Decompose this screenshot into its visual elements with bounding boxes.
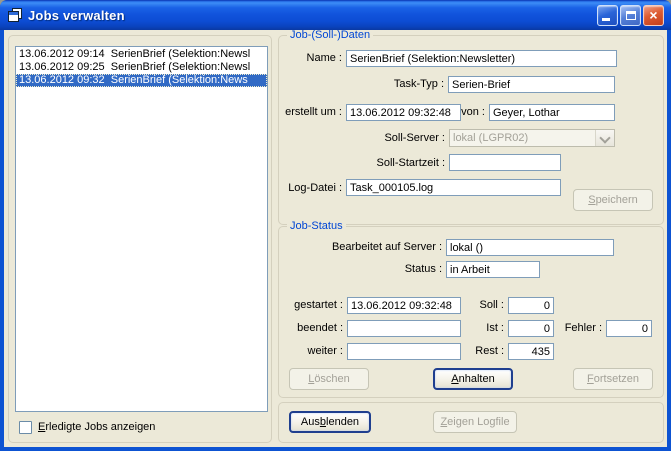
soll-startzeit-field[interactable] xyxy=(449,154,561,171)
minimize-icon xyxy=(602,18,610,21)
loeschen-button: Löschen xyxy=(289,368,369,390)
soll-field[interactable] xyxy=(508,297,554,314)
close-icon: × xyxy=(644,6,663,25)
log-datei-label: Log-Datei : xyxy=(281,182,342,195)
maximize-icon xyxy=(626,11,636,20)
weiter-label: weiter : xyxy=(281,345,343,358)
job-list-group: 13.06.2012 09:14 SerienBrief (Selektion:… xyxy=(8,35,272,443)
window-title: Jobs verwalten xyxy=(28,8,597,23)
task-typ-field[interactable] xyxy=(448,76,615,93)
ausblenden-button[interactable]: Ausblenden xyxy=(289,411,371,433)
status-field[interactable] xyxy=(446,261,540,278)
jobs-verwalten-window: Jobs verwalten × 13.06.2012 09:14 Serien… xyxy=(0,0,671,451)
job-list-item[interactable]: 13.06.2012 09:14 SerienBrief (Selektion:… xyxy=(16,48,267,61)
soll-server-value: lokal (LGPR02) xyxy=(450,132,595,144)
app-window-icon xyxy=(7,7,23,23)
soll-server-label: Soll-Server : xyxy=(345,132,445,145)
job-status-group: Job-Status Bearbeitet auf Server : Statu… xyxy=(278,226,664,398)
chevron-down-icon xyxy=(595,130,614,146)
job-list-item-selected[interactable]: 13.06.2012 09:32 SerienBrief (Selektion:… xyxy=(16,74,267,87)
von-field[interactable] xyxy=(489,104,615,121)
soll-startzeit-label: Soll-Startzeit : xyxy=(345,157,445,170)
von-label: von : xyxy=(425,106,485,119)
name-label: Name : xyxy=(281,52,342,65)
speichern-button: Speichern xyxy=(573,189,653,211)
task-typ-label: Task-Typ : xyxy=(339,78,444,91)
maximize-button[interactable] xyxy=(620,5,641,26)
fehler-field[interactable] xyxy=(606,320,652,337)
soll-label: Soll : xyxy=(444,299,504,312)
soll-server-combobox: lokal (LGPR02) xyxy=(449,129,615,147)
zeigen-logfile-button: Zeigen Logfile xyxy=(433,411,517,433)
bearbeitet-auf-server-label: Bearbeitet auf Server : xyxy=(302,241,442,254)
job-soll-daten-group: Job-(Soll-)Daten Name : Task-Typ : erste… xyxy=(278,35,664,225)
name-field[interactable] xyxy=(346,50,617,67)
fortsetzen-button: Fortsetzen xyxy=(573,368,653,390)
beendet-label: beendet : xyxy=(281,322,343,335)
anhalten-button[interactable]: Anhalten xyxy=(433,368,513,390)
erstellt-um-label: erstellt um : xyxy=(281,106,342,119)
bearbeitet-auf-server-field[interactable] xyxy=(446,239,614,256)
group-title: Job-(Soll-)Daten xyxy=(287,30,373,42)
checkbox-unchecked-icon[interactable] xyxy=(19,421,32,434)
fehler-label: Fehler : xyxy=(542,322,602,335)
ist-label: Ist : xyxy=(444,322,504,335)
close-button[interactable]: × xyxy=(643,5,664,26)
log-datei-field[interactable] xyxy=(346,179,561,196)
gestartet-label: gestartet : xyxy=(281,299,343,312)
group-title: Job-Status xyxy=(287,219,346,233)
rest-field[interactable] xyxy=(508,343,554,360)
dialog-content: 13.06.2012 09:14 SerienBrief (Selektion:… xyxy=(4,30,667,447)
minimize-button[interactable] xyxy=(597,5,618,26)
job-listbox[interactable]: 13.06.2012 09:14 SerienBrief (Selektion:… xyxy=(15,46,268,412)
show-done-jobs-label[interactable]: Erledigte Jobs anzeigen xyxy=(38,421,155,434)
bottom-button-group: Ausblenden Zeigen Logfile xyxy=(278,402,664,443)
titlebar[interactable]: Jobs verwalten × xyxy=(0,0,671,30)
job-list-item[interactable]: 13.06.2012 09:25 SerienBrief (Selektion:… xyxy=(16,61,267,74)
rest-label: Rest : xyxy=(444,345,504,358)
status-label: Status : xyxy=(344,263,442,276)
